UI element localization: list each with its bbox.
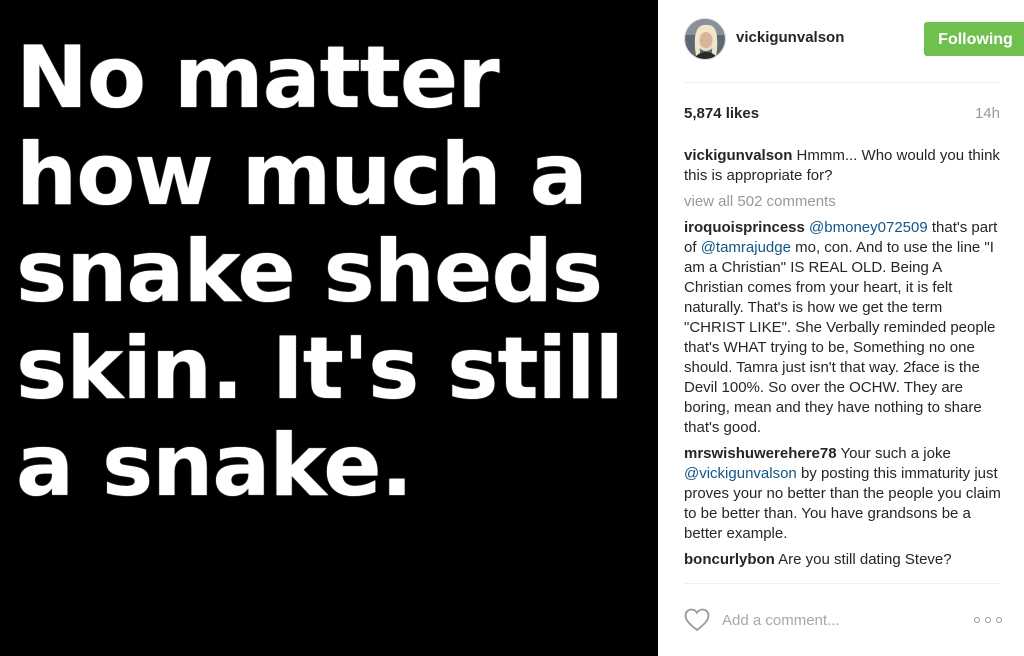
more-options-icon[interactable] xyxy=(974,610,1002,630)
comment-item: iroquoisprincess @bmoney072509 that's pa… xyxy=(684,218,1002,438)
comment-username[interactable]: iroquoisprincess xyxy=(684,219,805,236)
divider xyxy=(684,82,1000,83)
post-image-text: No matter how much a snake sheds skin. I… xyxy=(16,28,624,516)
comment-username[interactable]: boncurlybon xyxy=(684,551,775,568)
avatar-image xyxy=(685,19,725,59)
post-image: No matter how much a snake sheds skin. I… xyxy=(0,0,658,656)
mention-link[interactable]: @tamrajudge xyxy=(701,239,791,256)
caption: vickigunvalson Hmmm... Who would you thi… xyxy=(684,146,1002,186)
comment-item: mrswishuwerehere78 Your such a joke @vic… xyxy=(684,444,1002,544)
comment-item: boncurlybon Are you still dating Steve? xyxy=(684,550,1002,570)
mention-link[interactable]: @vickigunvalson xyxy=(684,465,797,482)
comments-list: vickigunvalson Hmmm... Who would you thi… xyxy=(684,146,1002,576)
heart-outline-icon[interactable] xyxy=(684,608,710,632)
comment-text: mo, con. And to use the line "I am a Chr… xyxy=(684,239,996,436)
caption-username[interactable]: vickigunvalson xyxy=(684,147,792,164)
comment-username[interactable]: mrswishuwerehere78 xyxy=(684,445,837,462)
following-button[interactable]: Following xyxy=(924,22,1024,56)
dot xyxy=(985,617,991,623)
comment-text: Are you still dating Steve? xyxy=(774,551,952,568)
post-timestamp[interactable]: 14h xyxy=(975,105,1000,122)
mention-link[interactable]: @bmoney072509 xyxy=(809,219,928,236)
username-link[interactable]: vickigunvalson xyxy=(736,29,844,46)
post-side-panel: vickigunvalson Following 5,874 likes 14h… xyxy=(658,0,1024,656)
comment-text: Your such a joke xyxy=(836,445,951,462)
dot xyxy=(996,617,1002,623)
divider xyxy=(684,583,1000,584)
post-actions xyxy=(684,600,1002,640)
avatar[interactable] xyxy=(684,18,726,60)
view-all-comments-link[interactable]: view all 502 comments xyxy=(684,192,1002,212)
add-comment-input[interactable] xyxy=(722,609,952,631)
post-header: vickigunvalson Following xyxy=(684,18,1024,60)
likes-count[interactable]: 5,874 likes xyxy=(684,105,759,122)
dot xyxy=(974,617,980,623)
